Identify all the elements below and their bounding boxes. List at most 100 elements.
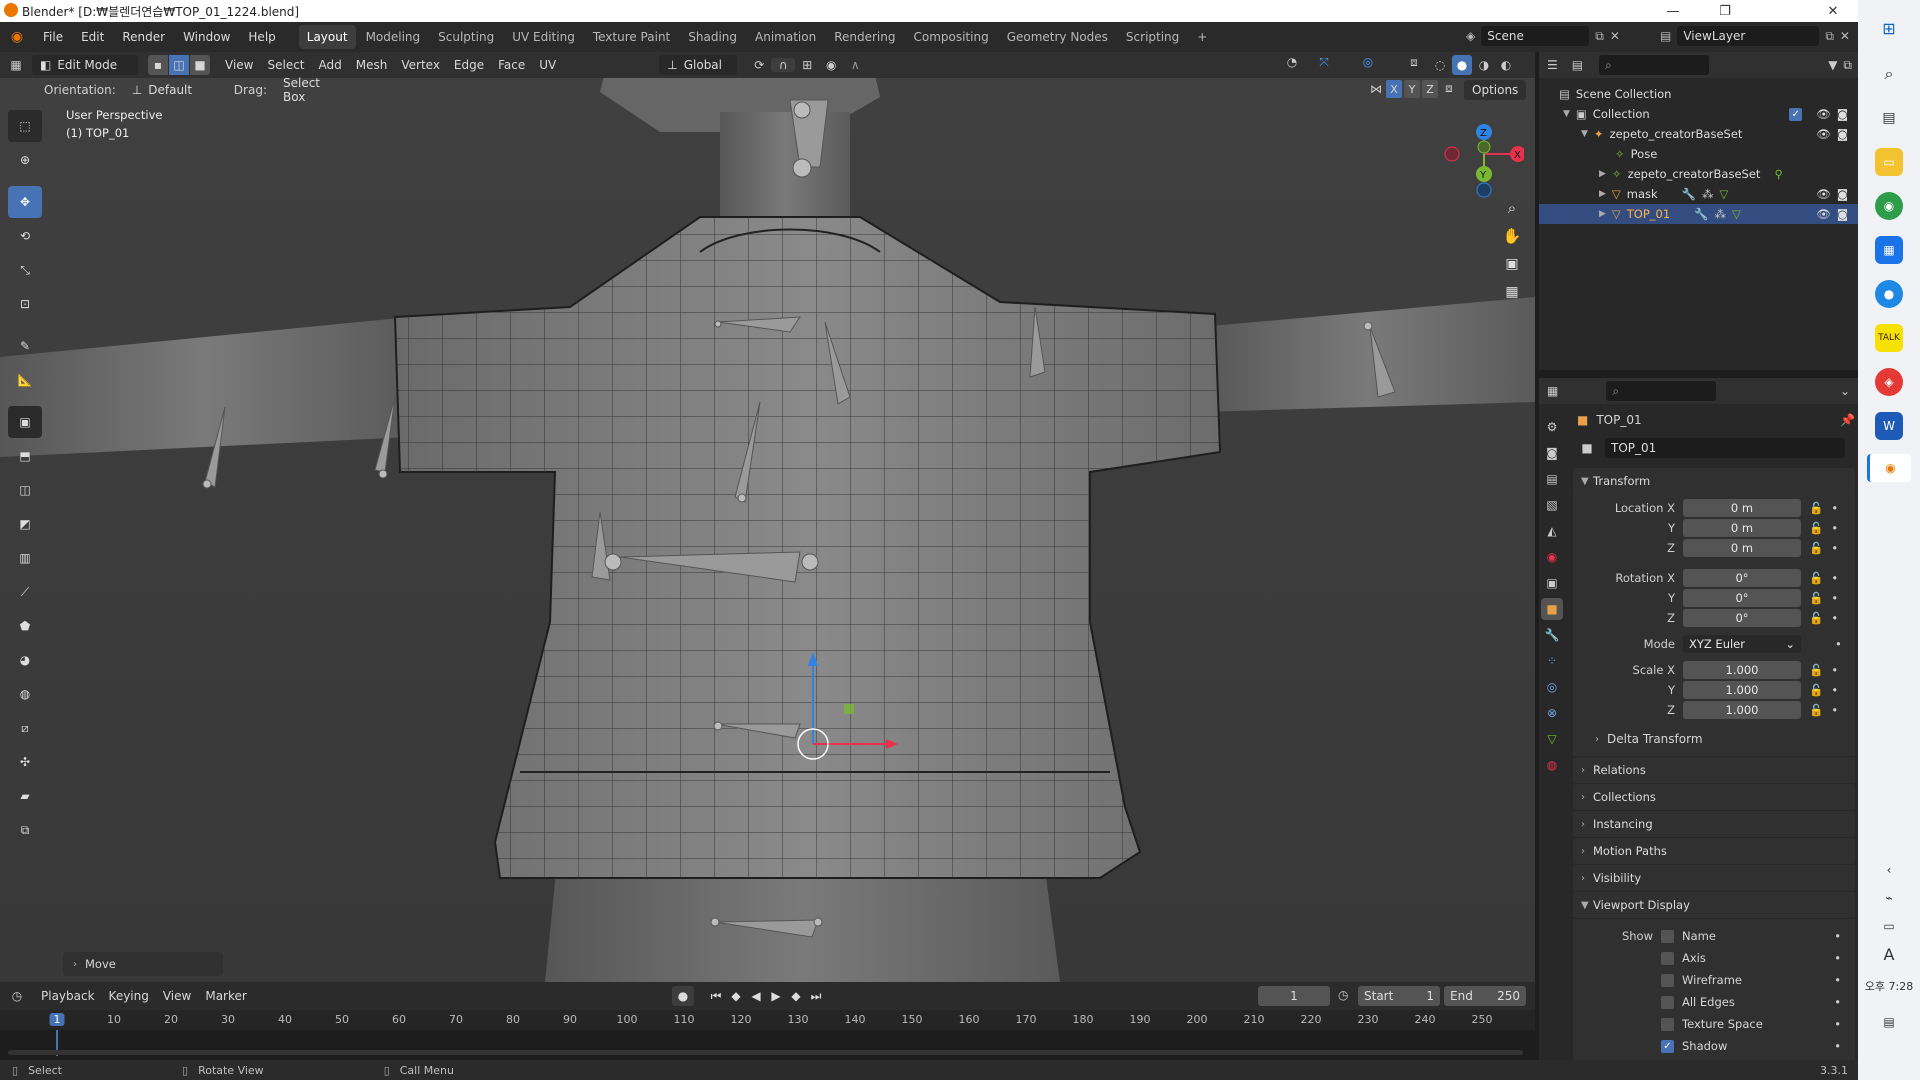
render-camera-icon[interactable]: ◙ bbox=[1837, 187, 1848, 201]
tab-layout[interactable]: Layout bbox=[298, 25, 356, 49]
keyframe-dot-icon[interactable]: • bbox=[1831, 571, 1838, 585]
tab-geometry-nodes[interactable]: Geometry Nodes bbox=[999, 25, 1116, 49]
edge-select-icon[interactable]: ◫ bbox=[169, 55, 189, 75]
rotation-y-field[interactable]: 0° bbox=[1683, 589, 1801, 607]
collapse-arrow-icon[interactable]: ▶ bbox=[1599, 169, 1606, 179]
loop-cut-tool-icon[interactable]: ▥ bbox=[8, 542, 42, 574]
jump-start-icon[interactable]: ⏮ bbox=[708, 989, 724, 1004]
keyframe-dot-icon[interactable]: • bbox=[1834, 929, 1841, 943]
inset-tool-icon[interactable]: ◫ bbox=[8, 474, 42, 506]
tab-texture-paint[interactable]: Texture Paint bbox=[585, 25, 678, 49]
keyframe-dot-icon[interactable]: • bbox=[1831, 611, 1838, 625]
object-name-field[interactable]: TOP_01 bbox=[1605, 438, 1845, 458]
outliner-search-input[interactable]: ⌕ bbox=[1599, 55, 1710, 75]
prev-keyframe-icon[interactable]: ◆ bbox=[728, 989, 744, 1003]
view-layer-icon[interactable]: ▤ bbox=[1660, 29, 1671, 43]
chevron-down-icon[interactable]: ⌄ bbox=[1840, 384, 1850, 398]
keyframe-dot-icon[interactable]: • bbox=[1834, 1017, 1841, 1031]
show-name-checkbox[interactable] bbox=[1661, 929, 1674, 943]
zoom-icon[interactable]: ⌕ bbox=[1498, 194, 1526, 222]
maximize-button[interactable]: ❐ bbox=[1702, 0, 1748, 22]
move-tool-icon[interactable]: ✥ bbox=[8, 186, 42, 218]
eye-icon[interactable]: 👁 bbox=[1816, 207, 1831, 221]
scene-name-field[interactable]: Scene bbox=[1481, 26, 1590, 46]
mirror-y-toggle[interactable]: Y bbox=[1404, 80, 1420, 98]
eye-icon[interactable]: 👁 bbox=[1816, 187, 1831, 201]
snap-target-icon[interactable]: ⊞ bbox=[795, 58, 819, 72]
cursor-tool-icon[interactable]: ⊕ bbox=[8, 144, 42, 176]
instancing-panel-header[interactable]: › Instancing bbox=[1573, 811, 1855, 837]
keyframe-dot-icon[interactable]: • bbox=[1835, 637, 1842, 651]
collapse-arrow-icon[interactable]: ▶ bbox=[1599, 189, 1606, 199]
record-icon[interactable]: ● bbox=[672, 986, 694, 1006]
add-workspace-button[interactable]: + bbox=[1189, 25, 1215, 49]
properties-editor-icon[interactable]: ▦ bbox=[1547, 384, 1558, 398]
xray-toggle-icon[interactable]: ⧈ bbox=[1402, 55, 1426, 70]
lock-icon[interactable]: 🔓 bbox=[1809, 541, 1823, 555]
solid-shading-icon[interactable]: ● bbox=[1452, 55, 1472, 75]
collection-tab-icon[interactable]: ▣ bbox=[1541, 572, 1563, 594]
options-dropdown[interactable]: Options bbox=[1464, 80, 1526, 100]
expand-arrow-icon[interactable]: ▼ bbox=[1563, 109, 1570, 119]
viewport-display-panel-header[interactable]: ▼ Viewport Display bbox=[1573, 892, 1855, 918]
location-y-field[interactable]: 0 m bbox=[1683, 519, 1801, 537]
transform-orientation-select[interactable]: ⊥ Global bbox=[659, 55, 738, 75]
lock-icon[interactable]: 🔓 bbox=[1809, 591, 1823, 605]
stopwatch-icon[interactable]: ◷ bbox=[1338, 988, 1348, 1002]
rotate-tool-icon[interactable]: ⟲ bbox=[8, 220, 42, 252]
keyframe-dot-icon[interactable]: • bbox=[1831, 663, 1838, 677]
menu-render[interactable]: Render bbox=[113, 22, 174, 52]
menu-mesh[interactable]: Mesh bbox=[349, 55, 395, 75]
keyframe-dot-icon[interactable]: • bbox=[1831, 591, 1838, 605]
kakaotalk-icon[interactable]: TALK bbox=[1875, 324, 1903, 352]
extrude-tool-icon[interactable]: ⬒ bbox=[8, 440, 42, 472]
menu-face[interactable]: Face bbox=[491, 55, 532, 75]
expand-arrow-icon[interactable]: ▼ bbox=[1581, 129, 1588, 139]
render-camera-icon[interactable]: ◙ bbox=[1837, 127, 1848, 141]
location-z-field[interactable]: 0 m bbox=[1683, 539, 1801, 557]
particles-tab-icon[interactable]: ⁘ bbox=[1541, 650, 1563, 672]
scene-icon[interactable]: ◈ bbox=[1466, 29, 1475, 43]
object-browse-icon[interactable]: ■ bbox=[1573, 438, 1601, 458]
menu-vertex[interactable]: Vertex bbox=[394, 55, 447, 75]
show-axis-checkbox[interactable] bbox=[1661, 951, 1674, 965]
motion-paths-panel-header[interactable]: › Motion Paths bbox=[1573, 838, 1855, 864]
tab-rendering[interactable]: Rendering bbox=[826, 25, 903, 49]
timeline[interactable]: 1 10 20 30 40 50 60 70 80 90 100 110 120 130 140 150 160… bbox=[0, 1010, 1535, 1060]
menu-playback[interactable]: Playback bbox=[34, 986, 102, 1006]
menu-timeline-view[interactable]: View bbox=[156, 986, 198, 1006]
overlay-toggle-icon[interactable]: ◎ bbox=[1356, 55, 1380, 69]
menu-file[interactable]: File bbox=[34, 22, 72, 52]
clock[interactable]: 오후 7:28 bbox=[1858, 978, 1920, 994]
material-tab-icon[interactable]: ◍ bbox=[1541, 754, 1563, 776]
input-language[interactable]: A bbox=[1875, 940, 1903, 968]
scale-y-field[interactable]: 1.000 bbox=[1683, 681, 1801, 699]
menu-select[interactable]: Select bbox=[260, 55, 311, 75]
show-wireframe-checkbox[interactable] bbox=[1661, 973, 1674, 987]
mode-select[interactable]: ◧ Edit Mode bbox=[32, 55, 138, 75]
view-layer-field[interactable]: ViewLayer bbox=[1677, 26, 1820, 46]
lock-icon[interactable]: 🔓 bbox=[1809, 663, 1823, 677]
relations-panel-header[interactable]: › Relations bbox=[1573, 757, 1855, 783]
calculator-icon[interactable]: ▦ bbox=[1875, 236, 1903, 264]
frame-ruler[interactable]: 1 10 20 30 40 50 60 70 80 90 100 110 120 130 140 150 160… bbox=[0, 1010, 1535, 1030]
falloff-icon[interactable]: ∧ bbox=[843, 58, 867, 72]
knife-tool-icon[interactable]: ⟋ bbox=[8, 576, 42, 608]
timeline-editor-icon[interactable]: ◷ bbox=[0, 989, 34, 1003]
blender-taskbar-icon[interactable]: ◉ bbox=[1867, 454, 1911, 482]
gizmo-plane-handle[interactable] bbox=[844, 704, 854, 714]
material-shading-icon[interactable]: ◑ bbox=[1474, 55, 1494, 75]
scale-tool-icon[interactable]: ⤡ bbox=[8, 254, 42, 286]
lock-icon[interactable]: 🔓 bbox=[1809, 611, 1823, 625]
play-icon[interactable]: ▶ bbox=[768, 989, 784, 1003]
wireframe-shading-icon[interactable]: ◌ bbox=[1430, 55, 1450, 75]
transform-tool-icon[interactable]: ⊡ bbox=[8, 288, 42, 320]
menu-edit[interactable]: Edit bbox=[72, 22, 113, 52]
editor-type-icon[interactable]: ▦ bbox=[0, 58, 32, 72]
edge-slide-tool-icon[interactable]: ⧄ bbox=[8, 712, 42, 744]
poly-build-tool-icon[interactable]: ⬟ bbox=[8, 610, 42, 642]
snap-icon[interactable]: ∩ bbox=[771, 58, 796, 72]
modifier-tab-icon[interactable]: 🔧 bbox=[1541, 624, 1563, 646]
timeline-scrollbar[interactable] bbox=[8, 1050, 1523, 1055]
keyframe-dot-icon[interactable]: • bbox=[1831, 703, 1838, 717]
